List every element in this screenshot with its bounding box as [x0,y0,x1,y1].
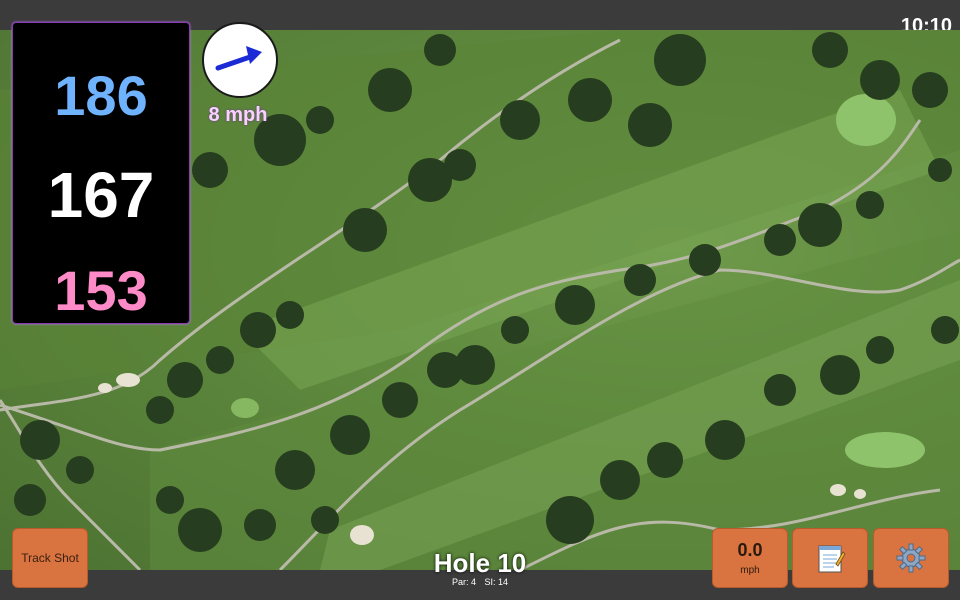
middle-distance: 167 [47,159,155,231]
track-shot-button[interactable]: Track Shot [12,528,88,588]
settings-button[interactable] [873,528,949,588]
notes-button[interactable] [792,528,868,588]
wind-value: 0.0 [737,540,763,560]
par-label: Par: 4 [451,577,476,587]
wind-indicator [202,22,278,98]
distance-panel: 186 167 153 [12,22,190,324]
front-distance: 153 [54,259,148,322]
hole-info: Par: 4 SI: 14 [380,577,580,587]
wind-speed-button[interactable]: 0.0 mph [712,528,788,588]
wind-arrow-icon [215,46,262,71]
gear-icon [896,543,926,573]
stroke-index-label: SI: 14 [484,577,509,587]
hole-title[interactable]: Hole 10 [380,548,580,579]
wind-unit: mph [740,565,760,576]
back-distance: 186 [54,64,148,127]
notepad-icon [818,545,846,573]
wind-speed: 8 mph [208,104,268,126]
